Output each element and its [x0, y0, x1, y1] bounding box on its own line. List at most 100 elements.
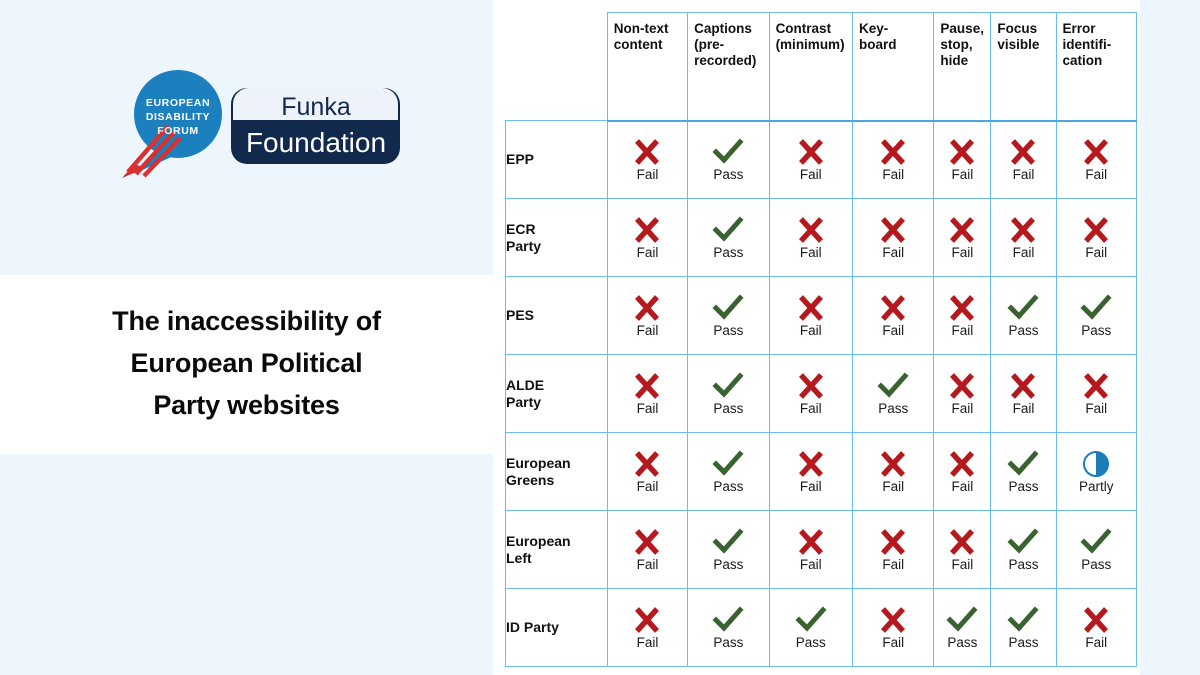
row-label-line: European: [506, 532, 571, 549]
result-label: Fail: [882, 479, 905, 494]
result-mark: Fail: [608, 355, 687, 432]
result-label: Fail: [882, 635, 905, 650]
fail-cross-icon: [635, 139, 660, 166]
pass-check-icon: [712, 606, 744, 632]
result-label: Fail: [951, 167, 974, 183]
result-cell: Fail: [852, 588, 935, 667]
result-cell: Fail: [1055, 354, 1138, 433]
result-label: Fail: [1012, 401, 1035, 416]
fail-cross-icon: [881, 217, 906, 243]
result-mark: Fail: [853, 589, 933, 666]
result-mark: Fail: [853, 433, 933, 510]
partly-half-circle-icon: [1083, 451, 1110, 477]
result-mark: Pass: [991, 433, 1055, 510]
result-cell: Fail: [933, 120, 992, 199]
edf-line-2: DISABILITY: [146, 111, 210, 123]
result-mark: Fail: [770, 433, 852, 510]
title-line-3: Party websites: [153, 390, 340, 420]
european-disability-forum-logo: EUROPEAN DISABILITY FORUM: [116, 68, 224, 180]
result-label: Fail: [882, 245, 905, 260]
fail-cross-icon: [635, 295, 660, 321]
result-label: Fail: [799, 557, 822, 572]
fail-cross-icon: [798, 451, 823, 477]
row-label-line: ID Party: [506, 619, 559, 635]
result-label: Pass: [1008, 635, 1039, 650]
result-mark: Pass: [688, 355, 768, 432]
result-cell: Fail: [933, 432, 992, 511]
result-cell: Fail: [1055, 588, 1138, 667]
header-line: (pre-: [694, 37, 725, 52]
result-mark: Pass: [991, 277, 1055, 354]
result-mark: Fail: [608, 199, 687, 276]
result-cell: Pass: [687, 198, 770, 277]
row-label-european-left: European Left: [505, 510, 608, 589]
table-body: EPP Fail Pass Fail Fail Fail Fail Fail ECR Party F…: [505, 120, 1138, 667]
result-mark: Fail: [608, 511, 687, 588]
result-label: Fail: [1085, 167, 1108, 183]
result-mark: Pass: [688, 122, 768, 199]
result-mark: Pass: [688, 433, 768, 510]
result-mark: Fail: [934, 355, 990, 432]
result-mark: Fail: [608, 277, 687, 354]
table-row: ECR Party Fail Pass Fail Fail Fail Fail Fail: [505, 198, 1138, 277]
row-label-european-greens: European Greens: [505, 432, 608, 511]
fail-cross-icon: [881, 139, 906, 166]
header-line: Pause,: [940, 21, 984, 36]
result-cell: Pass: [687, 120, 770, 199]
result-mark: Pass: [853, 355, 933, 432]
result-cell: Pass: [990, 588, 1057, 667]
table-area: Non-text content Captions (pre- recorded…: [493, 0, 1200, 675]
result-cell: Pass: [687, 354, 770, 433]
result-mark: Fail: [770, 277, 852, 354]
header-line: stop,: [940, 37, 973, 52]
result-cell: Fail: [606, 588, 689, 667]
result-mark: Fail: [934, 122, 990, 199]
result-label: Fail: [1085, 245, 1108, 260]
result-cell: Fail: [606, 198, 689, 277]
fail-cross-icon: [1011, 139, 1036, 166]
fail-cross-icon: [881, 607, 906, 633]
fail-cross-icon: [1084, 217, 1109, 243]
row-label-line: ALDE: [506, 376, 545, 393]
result-mark: Fail: [1057, 355, 1136, 432]
result-mark: Fail: [770, 355, 852, 432]
result-cell: Fail: [768, 198, 854, 277]
row-label-line: EPP: [506, 151, 535, 167]
row-label-id-party: ID Party: [505, 588, 608, 667]
result-label: Fail: [1012, 167, 1035, 183]
fail-cross-icon: [1011, 373, 1036, 399]
result-cell: Fail: [768, 354, 854, 433]
result-mark: Fail: [1057, 589, 1136, 666]
header-line: Key-: [859, 21, 889, 36]
fail-cross-icon: [881, 451, 906, 477]
result-label: Fail: [882, 167, 905, 183]
pass-check-icon: [877, 372, 909, 398]
logo-row: EUROPEAN DISABILITY FORUM Funka Foundati…: [0, 68, 493, 183]
table-row: European Greens Fail Pass Fail Fail Fail Pass Pa…: [505, 432, 1138, 511]
fail-cross-icon: [635, 607, 660, 633]
column-header-keyboard: Key- board: [852, 12, 935, 122]
header-line: (minimum): [775, 37, 845, 52]
fail-cross-icon: [1011, 217, 1036, 243]
header-line: Non-text: [613, 21, 669, 36]
fail-cross-icon: [1084, 373, 1109, 399]
header-line: identifi-: [1062, 37, 1112, 52]
row-label-alde-party: ALDE Party: [505, 354, 608, 433]
result-cell: Pass: [990, 510, 1057, 589]
title-line-2: European Political: [130, 348, 363, 378]
result-label: Pass: [713, 167, 744, 183]
header-line: Contrast: [775, 21, 832, 36]
result-cell: Fail: [606, 432, 689, 511]
table-corner-cell: [506, 13, 608, 121]
row-label-line: Party: [506, 237, 542, 254]
right-background-strip: [1140, 0, 1200, 675]
row-label-line: Left: [506, 549, 532, 566]
fail-cross-icon: [950, 373, 975, 399]
result-label: Fail: [636, 401, 659, 416]
result-label: Fail: [636, 245, 659, 260]
header-line: recorded): [694, 53, 757, 68]
edf-line-1: EUROPEAN: [146, 97, 210, 109]
result-label: Fail: [636, 557, 659, 572]
table-header-row: Non-text content Captions (pre- recorded…: [506, 12, 1138, 122]
fail-cross-icon: [881, 529, 906, 555]
